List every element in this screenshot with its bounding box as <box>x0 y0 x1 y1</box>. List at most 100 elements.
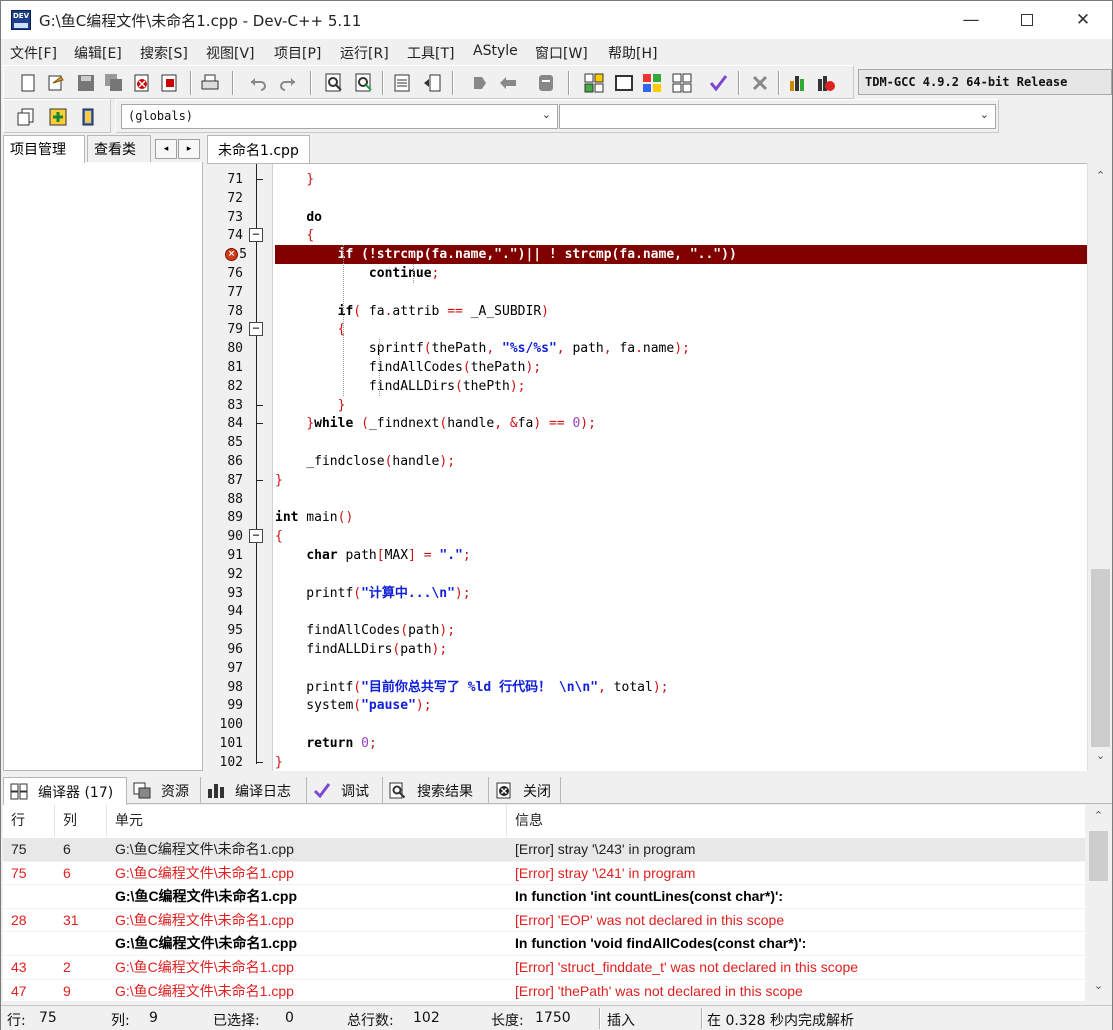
message-row[interactable]: 75 6 G:\鱼C编程文件\未命名1.cpp [Error] stray '\243… <box>3 838 1085 862</box>
code-line[interactable] <box>275 490 1087 509</box>
editor-scrollbar[interactable]: ⌃ ⌄ <box>1087 163 1112 771</box>
code-line[interactable]: printf("计算中...\n"); <box>275 584 1087 603</box>
message-row[interactable]: 75 6 G:\鱼C编程文件\未命名1.cpp [Error] stray '\241… <box>3 862 1085 886</box>
tab-debug[interactable]: 调试 <box>307 777 383 804</box>
run-icon[interactable] <box>614 73 634 93</box>
scroll-down-icon[interactable]: ⌄ <box>1088 749 1113 769</box>
scrollbar-thumb[interactable] <box>1089 831 1108 881</box>
code-line[interactable]: { <box>275 226 1087 245</box>
code-line[interactable]: { <box>275 320 1087 339</box>
chart-icon[interactable] <box>788 73 808 93</box>
close-all-icon[interactable] <box>160 73 180 93</box>
fold-toggle-icon[interactable]: − <box>249 322 263 337</box>
menu-tools[interactable]: 工具[T] <box>407 43 454 63</box>
undo-icon[interactable] <box>248 73 268 93</box>
save-icon[interactable] <box>76 73 96 93</box>
messages-scrollbar[interactable]: ⌃ ⌄ <box>1085 805 1112 1001</box>
new-file-icon[interactable] <box>18 73 38 93</box>
column-header-col[interactable]: 列 <box>55 805 107 837</box>
scope-combo[interactable]: (globals) ⌄ <box>121 104 558 129</box>
replace-icon[interactable] <box>354 73 374 93</box>
code-line[interactable]: } <box>275 753 1087 771</box>
menu-help[interactable]: 帮助[H] <box>608 43 657 63</box>
code-line[interactable] <box>275 565 1087 584</box>
scroll-down-icon[interactable]: ⌄ <box>1085 979 1112 999</box>
compile-run-icon[interactable] <box>642 73 662 93</box>
code-line[interactable]: do <box>275 208 1087 227</box>
tab-class-browser[interactable]: 查看类 <box>87 135 151 162</box>
minimize-icon[interactable]: — <box>948 1 994 39</box>
menu-window[interactable]: 窗口[W] <box>535 43 588 63</box>
tab-search-results[interactable]: 搜索结果 <box>383 777 489 804</box>
menu-project[interactable]: 项目[P] <box>274 43 321 63</box>
goto-bookmark-icon[interactable] <box>498 73 518 93</box>
tab-close[interactable]: 关闭 <box>489 777 561 804</box>
code-line[interactable] <box>275 602 1087 621</box>
scrollbar-thumb[interactable] <box>1091 569 1110 747</box>
code-line[interactable] <box>275 715 1087 734</box>
code-line[interactable] <box>275 283 1087 302</box>
code-line[interactable]: if (!strcmp(fa.name,".")|| ! strcmp(fa.n… <box>275 245 1087 265</box>
delete-icon[interactable] <box>750 73 770 93</box>
insert-icon[interactable] <box>48 107 68 127</box>
code-line[interactable]: { <box>275 527 1087 546</box>
code-line[interactable]: }while (_findnext(handle, &fa) == 0); <box>275 414 1087 433</box>
message-row[interactable]: G:\鱼C编程文件\未命名1.cpp In function 'void find… <box>3 932 1085 956</box>
menu-search[interactable]: 搜索[S] <box>140 43 188 63</box>
scroll-up-icon[interactable]: ⌃ <box>1085 809 1112 829</box>
compiler-select[interactable]: TDM-GCC 4.9.2 64-bit Release <box>858 69 1112 95</box>
menu-run[interactable]: 运行[R] <box>340 43 389 63</box>
code-line[interactable]: printf("目前你总共写了 %ld 行代码！ \n\n", total); <box>275 678 1087 697</box>
toggle-icon[interactable] <box>78 107 98 127</box>
code-line[interactable]: if( fa.attrib == _A_SUBDIR) <box>275 302 1087 321</box>
menu-astyle[interactable]: AStyle <box>473 43 518 59</box>
message-row[interactable]: G:\鱼C编程文件\未命名1.cpp In function 'int count… <box>3 885 1085 909</box>
tab-compiler[interactable]: 编译器 (17) <box>3 777 127 805</box>
toggle-bookmark-icon[interactable] <box>470 73 490 93</box>
tab-scroll-left-icon[interactable]: ◂ <box>155 139 177 159</box>
fold-toggle-icon[interactable]: − <box>249 228 263 243</box>
tab-file[interactable]: 未命名1.cpp <box>207 135 310 164</box>
member-combo[interactable]: ⌄ <box>559 104 996 129</box>
tab-compile-log[interactable]: 编译日志 <box>201 777 307 804</box>
column-header-unit[interactable]: 单元 <box>107 805 507 837</box>
code-line[interactable]: sprintf(thePath, "%s/%s", path, fa.name)… <box>275 339 1087 358</box>
code-line[interactable]: findAllCodes(thePath); <box>275 358 1087 377</box>
scroll-up-icon[interactable]: ⌃ <box>1088 169 1113 189</box>
redo-icon[interactable] <box>278 73 298 93</box>
goto-line-icon[interactable] <box>536 73 556 93</box>
delete-profile-icon[interactable] <box>816 73 836 93</box>
close-icon[interactable]: ✕ <box>1060 1 1106 39</box>
message-row[interactable]: 28 31 G:\鱼C编程文件\未命名1.cpp [Error] 'EOP' was … <box>3 909 1085 933</box>
code-line[interactable] <box>275 659 1087 678</box>
code-editor[interactable]: 71 72 73 74− × 5 76 77 78 79−80 81 82 83 84 85 86 87 88 89… <box>207 163 1087 771</box>
code-line[interactable] <box>275 433 1087 452</box>
close-file-icon[interactable] <box>132 73 152 93</box>
maximize-icon[interactable] <box>1004 1 1050 39</box>
code-line[interactable]: } <box>275 471 1087 490</box>
rebuild-all-icon[interactable] <box>672 73 692 93</box>
code-line[interactable]: int main() <box>275 508 1087 527</box>
column-header-line[interactable]: 行 <box>3 805 55 837</box>
message-row[interactable]: 47 9 G:\鱼C编程文件\未命名1.cpp [Error] 'thePath' w… <box>3 980 1085 1001</box>
tab-project-manager[interactable]: 项目管理 <box>3 135 85 163</box>
find-icon[interactable] <box>324 73 344 93</box>
code-line[interactable]: findALLDirs(thePth); <box>275 377 1087 396</box>
code-line[interactable]: findAllCodes(path); <box>275 621 1087 640</box>
code-line[interactable]: findALLDirs(path); <box>275 640 1087 659</box>
code-line[interactable]: } <box>275 396 1087 415</box>
fold-toggle-icon[interactable]: − <box>249 529 263 544</box>
code-line[interactable] <box>275 189 1087 208</box>
code-line[interactable]: continue; <box>275 264 1087 283</box>
column-header-message[interactable]: 信息 <box>507 805 1085 837</box>
syntax-check-icon[interactable] <box>708 73 728 93</box>
tab-scroll-right-icon[interactable]: ▸ <box>178 139 200 159</box>
compile-icon[interactable] <box>584 73 604 93</box>
open-file-icon[interactable] <box>46 73 66 93</box>
unindent-icon[interactable] <box>422 73 442 93</box>
menu-file[interactable]: 文件[F] <box>10 43 57 63</box>
menu-view[interactable]: 视图[V] <box>206 43 255 63</box>
message-row[interactable]: 43 2 G:\鱼C编程文件\未命名1.cpp [Error] 'struct_fin… <box>3 956 1085 980</box>
code-line[interactable]: _findclose(handle); <box>275 452 1087 471</box>
save-all-icon[interactable] <box>104 73 124 93</box>
